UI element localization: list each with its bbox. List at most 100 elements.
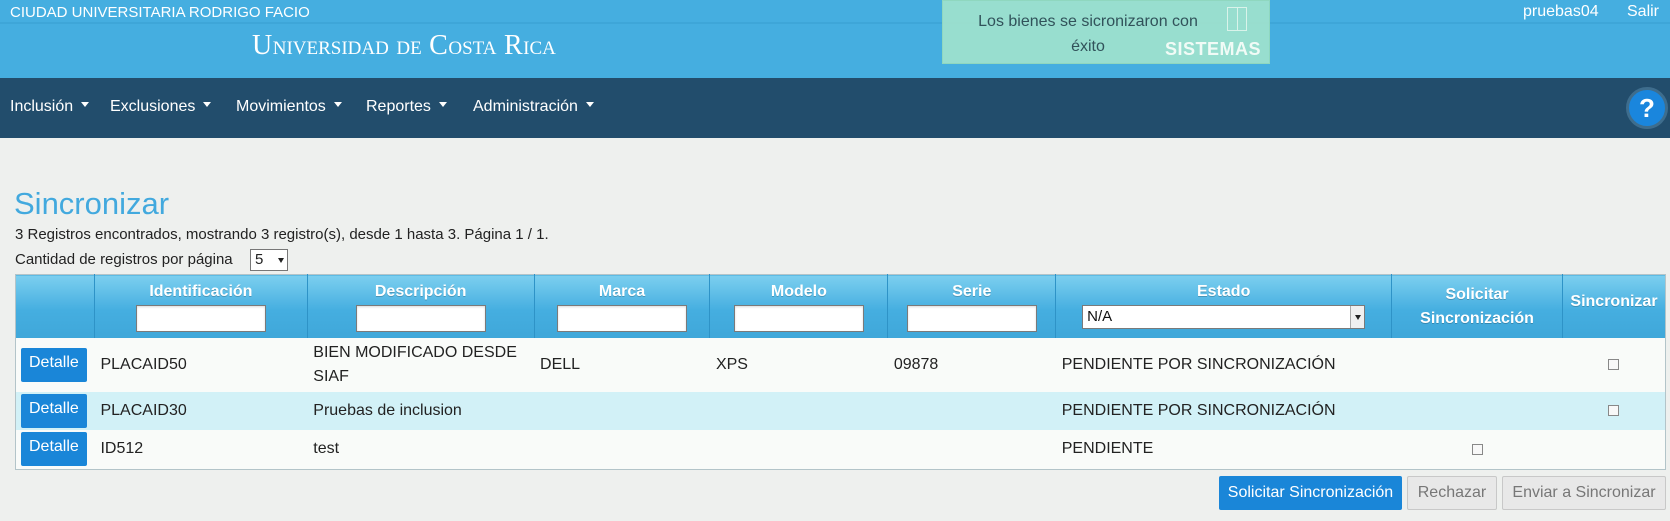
caret-down-icon — [203, 102, 212, 108]
nav-item-exclusiones[interactable]: Exclusiones — [110, 98, 212, 116]
cell-marca — [534, 430, 710, 470]
per-page-value: 5 — [255, 251, 264, 268]
cell-serie: 09878 — [893, 355, 939, 373]
header-label: Marca — [598, 283, 646, 300]
header-label: Identificación — [149, 283, 253, 300]
detail-cell: Detalle — [16, 430, 95, 470]
book-icon — [1227, 7, 1247, 31]
cell-estado: PENDIENTE POR SINCRONIZACIÓN — [1061, 355, 1336, 373]
top-header: CIUDAD UNIVERSITARIA RODRIGO FACIO UNIVE… — [0, 0, 1670, 78]
filter-estado-select[interactable]: N/A — [1082, 305, 1366, 329]
descripcion-line: SIAF — [313, 367, 349, 385]
header-descripcion: Descripción — [307, 274, 535, 338]
username[interactable]: pruebas04 — [1523, 3, 1599, 21]
nav-item-inclusion[interactable]: Inclusión — [10, 98, 90, 116]
caret-down-icon — [438, 102, 447, 108]
cell-identificacion: ID512 — [100, 440, 144, 458]
cell-sincronizar — [1562, 391, 1666, 430]
sync-checkbox[interactable] — [1608, 358, 1620, 370]
cell-serie — [888, 430, 1056, 470]
header-label: Estado — [1197, 283, 1251, 300]
filter-descripcion-input[interactable] — [355, 305, 486, 332]
table-row: Detalle PLACAID50 BIEN MODIFICADO DESDE S… — [16, 338, 1666, 392]
nav-label: Administración — [473, 98, 578, 115]
cell-estado: PENDIENTE POR SINCRONIZACIÓN — [1055, 391, 1392, 430]
header-sincronizar: Sincronizar — [1562, 274, 1666, 338]
help-button[interactable]: ? — [1626, 87, 1668, 129]
header-estado: Estado N/A — [1055, 274, 1393, 338]
cell-marca — [534, 391, 710, 430]
filter-modelo-input[interactable] — [733, 305, 864, 332]
detail-cell: Detalle — [16, 338, 95, 392]
reject-button[interactable]: Rechazar — [1407, 476, 1497, 510]
logo-letter-c: C — [429, 30, 449, 61]
cell-solicitar — [1392, 338, 1563, 392]
table-row: Detalle ID512 test PENDIENTE — [16, 430, 1666, 470]
header-identificacion: Identificación — [94, 274, 308, 338]
table-row: Detalle PLACAID30 Pruebas de inclusion P… — [15, 391, 1666, 430]
cell-solicitar — [1392, 430, 1563, 470]
records-summary: 3 Registros encontrados, mostrando 3 reg… — [15, 226, 549, 243]
sync-checkbox[interactable] — [1608, 404, 1620, 416]
logo-letter-u: U — [252, 30, 273, 61]
header-serie: Serie — [887, 274, 1057, 338]
question-mark-icon: ? — [1639, 93, 1655, 123]
table-header-row: Identificación Descripción Marca Modelo … — [15, 274, 1666, 338]
campus-name: CIUDAD UNIVERSITARIA RODRIGO FACIO — [10, 4, 310, 21]
filter-estado-value: N/A — [1087, 308, 1113, 325]
per-page-label: Cantidad de registros por página — [15, 251, 233, 268]
filter-identificacion-input[interactable] — [135, 305, 266, 332]
chevron-down-icon — [1350, 306, 1365, 328]
descripcion-line: BIEN MODIFICADO DESDE — [313, 343, 517, 361]
cell-sincronizar — [1562, 338, 1665, 392]
nav-item-movimientos[interactable]: Movimientos — [236, 98, 342, 116]
per-page-select[interactable]: 5 — [250, 249, 288, 271]
cell-marca: DELL — [540, 355, 581, 373]
header-label: Sincronización — [1420, 310, 1534, 327]
caret-down-icon — [585, 102, 594, 108]
nav-label: Inclusión — [10, 98, 74, 115]
header-divider — [0, 22, 1670, 24]
nav-label: Movimientos — [236, 98, 326, 115]
header-label: Descripción — [374, 283, 467, 300]
header-label: Solicitar — [1445, 286, 1509, 303]
caret-down-icon — [81, 102, 90, 108]
header-label: Serie — [952, 283, 992, 300]
university-logo: UNIVERSIDAD DE COSTA RICA — [252, 30, 556, 62]
nav-item-reportes[interactable]: Reportes — [366, 98, 447, 116]
cell-estado: PENDIENTE — [1061, 440, 1154, 458]
logo-letter-r: R — [503, 30, 524, 61]
cell-identificacion: PLACAID50 — [100, 355, 187, 373]
nav-label: Reportes — [366, 98, 431, 115]
logo-niversidad: NIVERSIDAD — [272, 38, 389, 59]
send-sync-button[interactable]: Enviar a Sincronizar — [1502, 476, 1666, 510]
header-solicitar-sincronizacion: Solicitar Sincronización — [1391, 274, 1563, 338]
cell-sincronizar — [1562, 430, 1665, 470]
header-label: Modelo — [770, 283, 827, 300]
page-title: Sincronizar — [14, 186, 170, 221]
system-label: SISTEMAS — [1164, 39, 1261, 59]
logout-link[interactable]: Salir — [1627, 3, 1659, 21]
toast-message-line1: Los bienes se sicronizaron con — [978, 13, 1198, 30]
success-toast: Los bienes se sicronizaron con éxito SIS… — [942, 0, 1270, 64]
nav-item-administracion[interactable]: Administración — [473, 98, 594, 116]
header-actions — [15, 274, 95, 338]
cell-modelo — [710, 430, 888, 470]
cell-identificacion: PLACAID30 — [94, 391, 308, 430]
nav-label: Exclusiones — [110, 98, 196, 115]
request-sync-checkbox[interactable] — [1471, 443, 1483, 455]
filter-marca-input[interactable] — [556, 305, 687, 332]
filter-serie-input[interactable] — [906, 305, 1037, 332]
logo-osta: OSTA — [448, 38, 497, 59]
request-sync-button[interactable]: Solicitar Sincronización — [1219, 476, 1402, 510]
logo-ica: ICA — [523, 38, 556, 59]
detail-button[interactable]: Detalle — [21, 393, 87, 428]
header-label: Sincronizar — [1570, 293, 1658, 310]
detail-button[interactable]: Detalle — [21, 347, 87, 382]
detail-button[interactable]: Detalle — [21, 432, 87, 467]
sync-table: Identificación Descripción Marca Modelo … — [15, 274, 1666, 470]
main-nav: Inclusión Exclusiones Movimientos Report… — [0, 78, 1670, 138]
cell-descripcion: test — [313, 440, 340, 458]
cell-descripcion: BIEN MODIFICADO DESDE SIAF — [307, 338, 534, 392]
header-marca: Marca — [534, 274, 711, 338]
